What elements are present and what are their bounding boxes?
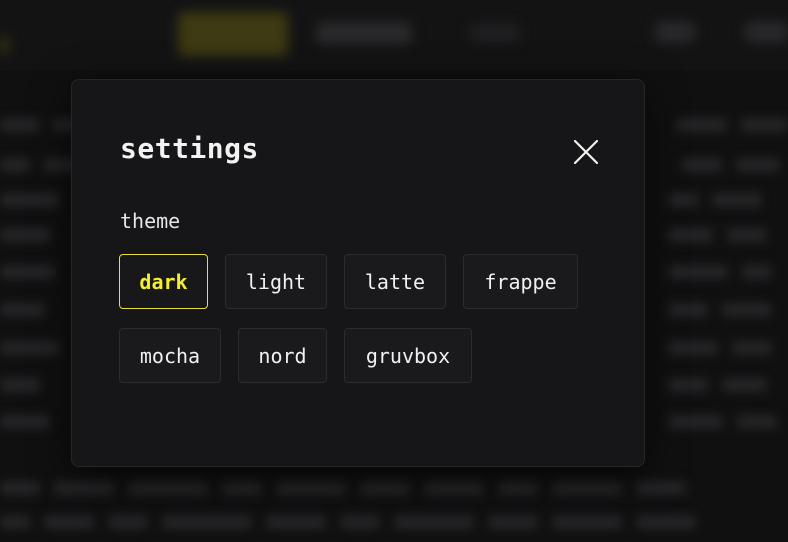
blurred-active-tab [178,12,288,56]
blurred-nav-item [655,22,695,42]
blurred-logo [0,36,8,54]
theme-option-light[interactable]: light [225,254,327,309]
close-icon [573,139,599,165]
blurred-text-row [0,512,788,532]
blurred-tab [316,22,412,44]
close-button[interactable] [566,132,606,172]
settings-dialog: settings theme dark light latte frappe m… [71,79,645,467]
theme-option-nord[interactable]: nord [238,328,327,383]
theme-option-frappe[interactable]: frappe [463,254,578,309]
theme-option-gruvbox[interactable]: gruvbox [344,328,472,383]
blurred-tab [470,24,520,42]
theme-option-dark[interactable]: dark [119,254,208,309]
theme-option-latte[interactable]: latte [344,254,446,309]
dialog-title: settings [120,132,259,165]
theme-option-mocha[interactable]: mocha [119,328,221,383]
blurred-text-row [0,478,788,498]
theme-section-label: theme [120,209,181,233]
blurred-nav-item [745,22,788,42]
